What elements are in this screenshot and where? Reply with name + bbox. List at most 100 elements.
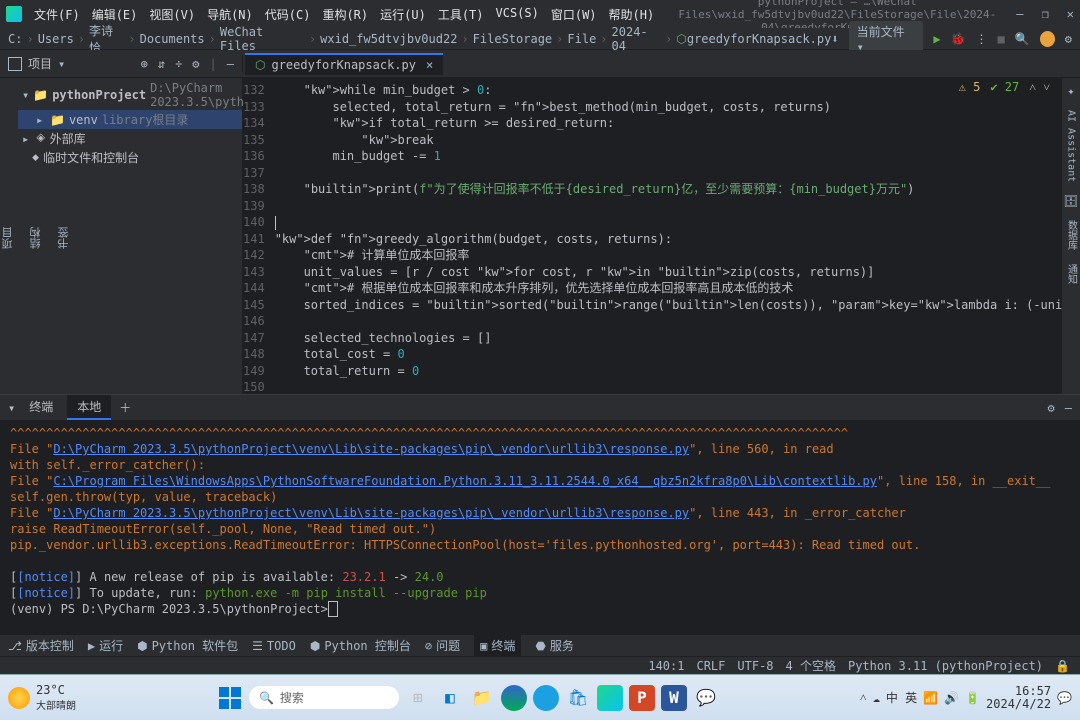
code-area[interactable]: "kw">while min_budget > 0: selected, tot… [275,78,1062,394]
crumb[interactable]: WeChat Files [220,25,305,53]
python-file-icon: ⬡ [255,58,265,72]
crumb[interactable]: wxid_fw5dtvjbv0ud22 [320,32,457,46]
edge-icon[interactable] [501,685,527,711]
menu-run[interactable]: 运行(U) [376,4,430,25]
sidebar-project[interactable]: 项目 [0,223,16,253]
pycharm-taskbar-icon[interactable] [597,685,623,711]
widgets-icon[interactable]: ◧ [437,685,463,711]
close-button[interactable]: ✕ [1067,7,1074,21]
hide-icon[interactable]: — [227,57,234,71]
menu-nav[interactable]: 导航(N) [203,4,257,25]
battery-icon[interactable]: 🔋 [965,691,980,705]
ime-indicator[interactable]: 中 英 [886,689,917,706]
onedrive-icon[interactable]: ☁ [873,691,880,705]
tree-scratch[interactable]: 临时文件和控制台 [43,149,139,166]
status-encoding[interactable]: UTF-8 [737,659,773,673]
crumb[interactable]: FileStorage [473,32,552,46]
terminal-hide-icon[interactable]: — [1065,401,1072,415]
explorer-icon[interactable]: 📁 [469,685,495,711]
powerpoint-icon[interactable]: P [629,685,655,711]
tool-vcs[interactable]: ⎇版本控制 [8,637,74,654]
menu-help[interactable]: 帮助(H) [605,4,659,25]
updates-icon[interactable]: ⬇ [831,32,838,46]
search-icon[interactable]: 🔍 [1015,32,1030,46]
run-button[interactable]: ▶ [933,32,940,46]
tree-external[interactable]: 外部库 [50,130,86,147]
store-icon[interactable]: 🛍 [565,685,591,711]
chevron-up-icon[interactable]: ˄ [860,690,867,705]
tool-problems[interactable]: ⊘问题 [425,637,460,654]
ai-assistant-strip[interactable]: AI Assistant [1064,108,1079,184]
crumb[interactable]: Documents [140,32,205,46]
wifi-icon[interactable]: 📶 [923,691,938,705]
menu-window[interactable]: 窗口(W) [547,4,601,25]
collapse-icon[interactable]: ÷ [175,57,182,71]
tool-run[interactable]: ▶运行 [88,637,123,654]
tab-close-icon[interactable]: × [426,58,433,72]
word-icon[interactable]: W [661,685,687,711]
menu-vcs[interactable]: VCS(S) [492,4,543,25]
menu-tools[interactable]: 工具(T) [434,4,488,25]
taskbar-weather[interactable]: 23°C大部晴朗 [8,683,76,712]
tool-terminal[interactable]: ▣终端 [474,635,521,656]
notifications-icon[interactable]: 💬 [1057,691,1072,705]
terminal-tab-main[interactable]: 终端 [19,395,63,420]
taskbar-clock[interactable]: 16:572024/4/22 [986,685,1051,711]
tool-todo[interactable]: ☰TODO [252,639,296,653]
taskview-icon[interactable]: ⊞ [405,685,431,711]
avatar-icon[interactable] [1040,31,1055,47]
database-icon[interactable]: 🗄 [1063,194,1078,208]
more-run-icon[interactable]: ⋮ [976,32,988,46]
tree-root[interactable]: pythonProject [52,88,146,102]
ai-icon[interactable]: ✦ [1067,84,1074,98]
tool-console[interactable]: ⬢Python 控制台 [310,637,411,654]
tool-services[interactable]: ⬣服务 [535,637,574,654]
sidebar-structure[interactable]: 结构 [28,223,44,253]
code-editor[interactable]: 1321331341351361371381391401411421431441… [243,78,1062,394]
terminal-settings-icon[interactable]: ⚙ [1048,401,1055,415]
project-tree[interactable]: ▾📁 pythonProject D:\PyCharm 2023.3.5\pyt… [18,78,243,394]
status-position[interactable]: 140:1 [648,659,684,673]
inspection-widget[interactable]: ⚠ 5 ✔ 27 ˄ ˅ [947,78,1062,96]
crumb[interactable]: C: [8,32,22,46]
ok-indicator[interactable]: ✔ 27 [990,80,1019,94]
crumb[interactable]: Users [38,32,74,46]
taskbar-search[interactable]: 🔍搜索 [249,686,399,709]
warning-indicator[interactable]: ⚠ 5 [959,80,981,94]
gear-icon[interactable]: ⚙ [192,57,199,71]
debug-button[interactable]: 🐞 [951,32,966,46]
browser-icon[interactable] [533,685,559,711]
status-lock-icon[interactable]: 🔒 [1055,659,1070,673]
wechat-icon[interactable]: 💬 [693,685,719,711]
terminal-output[interactable]: ^^^^^^^^^^^^^^^^^^^^^^^^^^^^^^^^^^^^^^^^… [0,421,1080,634]
menu-file[interactable]: 文件(F) [30,4,84,25]
terminal-dropdown-icon[interactable]: ▾ [8,401,15,415]
start-button[interactable] [217,685,243,711]
tool-packages[interactable]: ⬢Python 软件包 [137,637,238,654]
status-indent[interactable]: 4 个空格 [786,657,836,674]
tree-venv[interactable]: venv [69,113,98,127]
terminal-new-tab[interactable]: ＋ [119,399,131,416]
maximize-button[interactable]: ❐ [1042,7,1049,21]
editor-tab[interactable]: ⬡ greedyforKnapsack.py × [245,53,443,75]
crumb[interactable]: File [567,32,596,46]
menu-code[interactable]: 代码(C) [261,4,315,25]
minimize-button[interactable]: — [1016,7,1023,21]
sidebar-bookmarks[interactable]: 书签 [56,223,72,253]
stop-button[interactable]: ■ [998,32,1005,46]
status-line-sep[interactable]: CRLF [696,659,725,673]
database-strip[interactable]: 数据库 [1062,218,1080,252]
settings-icon[interactable]: ⚙ [1065,32,1072,46]
menu-refactor[interactable]: 重构(R) [318,4,372,25]
menu-view[interactable]: 视图(V) [145,4,199,25]
system-tray[interactable]: ˄ ☁ 中 英 📶 🔊 🔋 16:572024/4/22 💬 [860,685,1072,711]
notifications-strip[interactable]: 通知 [1062,262,1080,286]
chevron-icon[interactable]: ˄ ˅ [1029,80,1050,95]
select-opened-icon[interactable]: ⊕ [141,57,148,71]
crumb[interactable]: 2024-04 [612,25,662,53]
terminal-tab-local[interactable]: 本地 [67,395,111,420]
expand-icon[interactable]: ⇵ [158,57,165,71]
crumb-file[interactable]: greedyforKnapsack.py [687,32,832,46]
status-interpreter[interactable]: Python 3.11 (pythonProject) [848,659,1043,673]
volume-icon[interactable]: 🔊 [944,691,959,705]
